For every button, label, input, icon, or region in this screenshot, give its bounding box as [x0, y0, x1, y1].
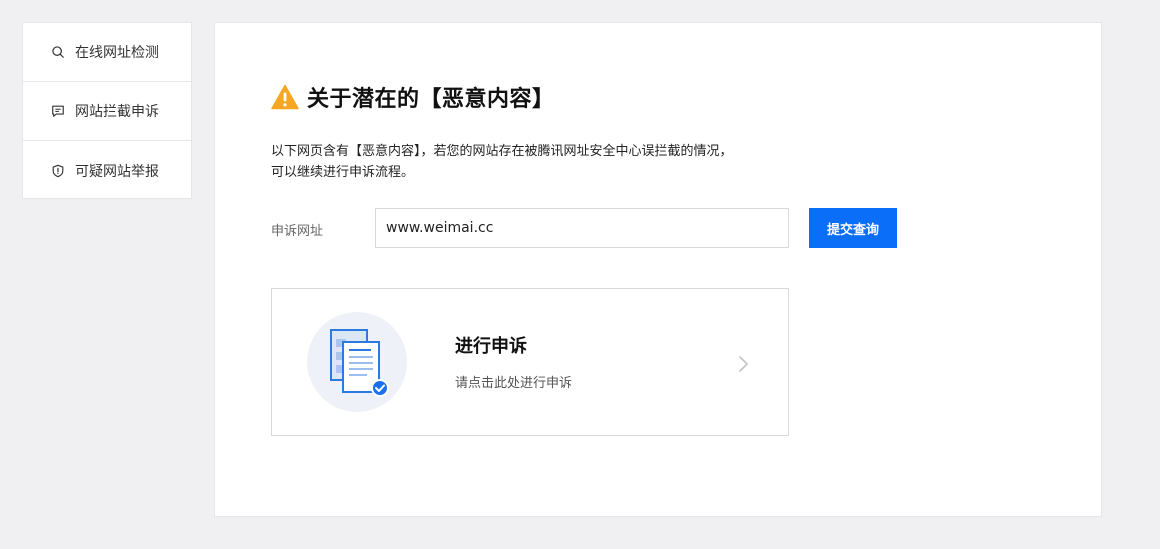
shield-icon [50, 163, 66, 179]
main-panel: 关于潜在的【恶意内容】 以下网页含有【恶意内容】，若您的网站存在被腾讯网址安全中… [214, 22, 1102, 517]
sidebar-item-url-check[interactable]: 在线网址检测 [23, 23, 191, 82]
description-line-1: 以下网页含有【恶意内容】，若您的网站存在被腾讯网址安全中心误拦截的情况， [271, 144, 733, 159]
page-title: 关于潜在的【恶意内容】 [307, 87, 555, 112]
sidebar-item-label: 可疑网站举报 [75, 163, 159, 180]
url-input[interactable] [375, 208, 789, 248]
appeal-title: 进行申诉 [455, 336, 527, 357]
description: 以下网页含有【恶意内容】，若您的网站存在被腾讯网址安全中心误拦截的情况， 可以继… [271, 141, 791, 183]
sidebar: 在线网址检测 网站拦截申诉 可疑网站举报 [22, 22, 192, 199]
submit-query-button[interactable]: 提交查询 [809, 208, 897, 248]
sidebar-item-appeal[interactable]: 网站拦截申诉 [23, 82, 191, 141]
sidebar-item-label: 在线网址检测 [75, 45, 159, 61]
document-check-icon [307, 312, 407, 412]
chevron-right-icon [739, 356, 748, 372]
appeal-card[interactable]: 进行申诉 请点击此处进行申诉 [271, 288, 789, 436]
search-icon [50, 44, 66, 60]
message-icon [50, 103, 66, 119]
appeal-subtitle: 请点击此处进行申诉 [455, 376, 573, 391]
description-line-2: 可以继续进行申诉流程。 [271, 165, 415, 180]
warning-icon [271, 84, 299, 110]
sidebar-item-label: 网站拦截申诉 [75, 104, 159, 120]
sidebar-item-report[interactable]: 可疑网站举报 [23, 141, 191, 200]
url-label: 申诉网址 [271, 224, 324, 239]
page-title-row: 关于潜在的【恶意内容】 [271, 81, 555, 113]
